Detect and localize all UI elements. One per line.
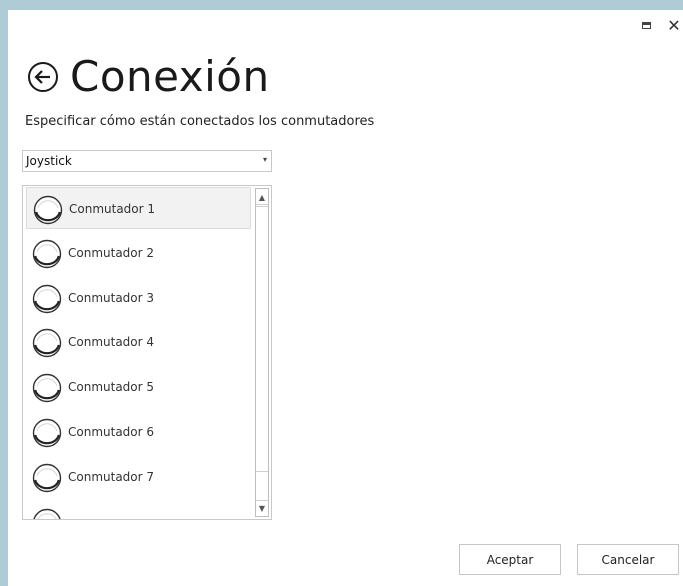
list-item-label: Conmutador 3 [68, 290, 155, 305]
list-item-label: Conmutador 2 [68, 245, 155, 260]
switch-button-icon [32, 239, 62, 268]
back-button[interactable] [27, 61, 59, 93]
back-arrow-circle-icon [28, 62, 58, 92]
switch-button-icon [33, 195, 63, 225]
connection-type-dropdown[interactable]: Joystick ▾ [22, 150, 272, 172]
switch-button-icon [32, 329, 62, 358]
switch-button-icon [32, 463, 62, 492]
list-item[interactable]: Conmutador 3 [26, 277, 251, 319]
list-item-label: Conmutador 6 [68, 425, 155, 439]
list-item-label: Conmutador 5 [68, 380, 155, 395]
list-item[interactable]: Conmutador 5 [26, 366, 251, 408]
list-item-label: Conmutador 7 [68, 469, 155, 484]
maximize-icon [641, 21, 651, 29]
switch-button-icon [32, 373, 62, 403]
page-title: Conexión [70, 52, 270, 101]
scroll-thumb[interactable] [256, 206, 268, 472]
list-item[interactable] [26, 501, 251, 519]
list-item[interactable]: Conmutador 4 [26, 321, 251, 363]
chevron-down-icon: ▾ [262, 155, 267, 164]
switch-button-icon [33, 508, 61, 519]
close-icon: ✕ [667, 15, 681, 35]
cancel-button[interactable]: Cancelar [577, 544, 679, 575]
maximize-button[interactable] [635, 14, 657, 36]
close-button[interactable]: ✕ [663, 14, 683, 36]
list-item[interactable]: Conmutador 6 [26, 411, 251, 453]
list-item[interactable]: Conmutador 2 [26, 232, 251, 274]
list-item[interactable]: Conmutador 7 [26, 456, 251, 498]
scroll-down-button[interactable]: ▼ [256, 500, 268, 515]
switch-button-icon [32, 284, 62, 313]
scroll-down-icon: ▼ [258, 503, 266, 513]
accept-button[interactable]: Aceptar [459, 544, 561, 575]
list-item-label: Conmutador 4 [68, 335, 155, 350]
list-item-label: Conmutador 1 [69, 202, 156, 216]
switch-button-icon [32, 418, 62, 448]
list-item[interactable]: Conmutador 1 [26, 187, 251, 229]
scroll-up-icon: ▲ [258, 192, 266, 202]
dropdown-selected-value: Joystick [26, 154, 72, 168]
page-subtitle: Especificar cómo están conectados los co… [25, 114, 375, 129]
dialog-window: ✕ Conexión Especificar cómo están conect… [8, 10, 683, 586]
switch-list[interactable]: Conmutador 1 Conmutador 2 Conmutador 3 Conm… [22, 185, 272, 520]
vertical-scrollbar[interactable]: ▲ ▼ [255, 188, 269, 517]
scroll-up-button[interactable]: ▲ [256, 190, 268, 205]
